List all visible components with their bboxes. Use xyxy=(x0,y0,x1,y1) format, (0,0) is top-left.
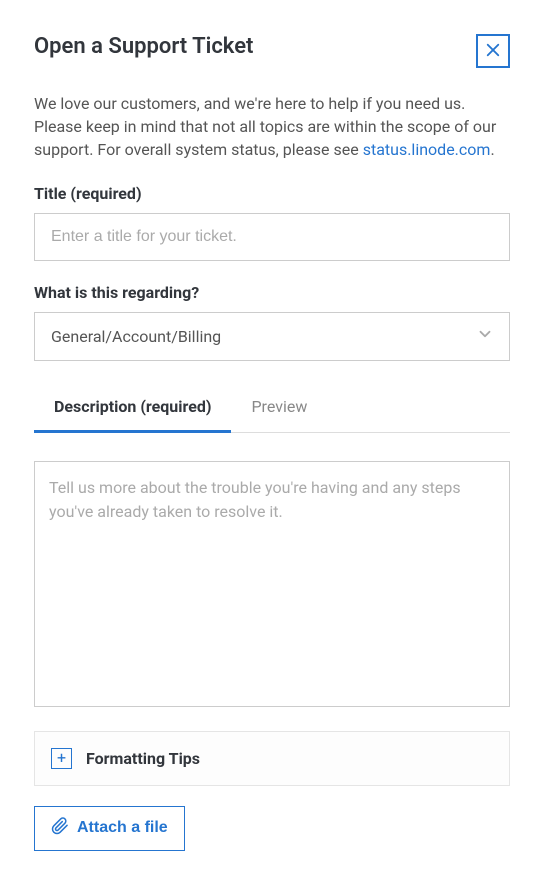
regarding-label: What is this regarding? xyxy=(34,283,510,302)
intro-after: . xyxy=(490,140,494,159)
status-link[interactable]: status.linode.com xyxy=(363,140,491,159)
close-icon xyxy=(484,41,502,62)
paperclip-icon xyxy=(51,817,69,840)
title-label: Title (required) xyxy=(34,184,510,203)
formatting-tips-label: Formatting Tips xyxy=(86,749,200,768)
tab-preview[interactable]: Preview xyxy=(231,383,327,433)
close-button[interactable] xyxy=(476,34,510,68)
plus-icon: + xyxy=(51,748,72,769)
title-input[interactable] xyxy=(34,213,510,261)
tabs: Description (required) Preview xyxy=(34,383,510,433)
dialog-title: Open a Support Ticket xyxy=(34,34,253,59)
intro-text: We love our customers, and we're here to… xyxy=(34,92,510,162)
regarding-select[interactable]: General/Account/Billing xyxy=(34,312,510,361)
attach-file-button[interactable]: Attach a file xyxy=(34,806,185,851)
formatting-tips-panel[interactable]: + Formatting Tips xyxy=(34,731,510,786)
attach-label: Attach a file xyxy=(77,819,168,837)
tab-description[interactable]: Description (required) xyxy=(34,383,231,433)
description-textarea[interactable] xyxy=(34,461,510,707)
